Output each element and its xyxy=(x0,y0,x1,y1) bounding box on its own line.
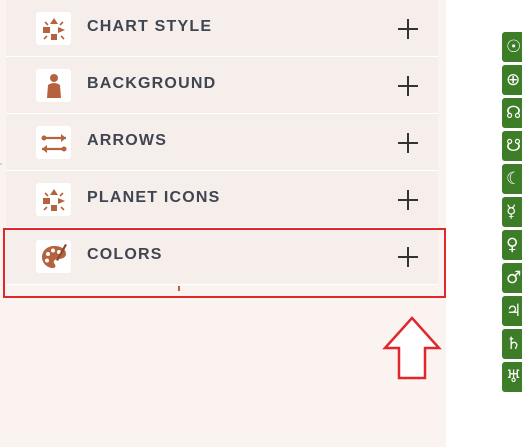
north-node-glyph-button[interactable]: ☊ xyxy=(502,98,522,128)
moon-glyph-button[interactable]: ☾ xyxy=(502,164,522,194)
saturn-glyph-button[interactable]: ♄ xyxy=(502,329,522,359)
person-silhouette-icon xyxy=(36,69,71,102)
accordion-item-label: BACKGROUND xyxy=(87,75,217,92)
expand-plus-icon[interactable] xyxy=(398,133,418,153)
up-arrow-icon xyxy=(382,316,442,380)
mars-glyph-button[interactable]: ♂ xyxy=(502,263,522,293)
highlight-box xyxy=(3,228,446,298)
accordion-item-label: ARROWS xyxy=(87,132,168,149)
mercury-glyph-button[interactable]: ☿ xyxy=(502,197,522,227)
sun-glyph-button[interactable]: ☉ xyxy=(502,32,522,62)
shapes-icon xyxy=(36,12,71,45)
arrows-icon xyxy=(36,126,71,159)
expand-plus-icon[interactable] xyxy=(398,190,418,210)
accordion-item-planet-icons[interactable]: PLANET ICONS xyxy=(6,171,438,228)
divider xyxy=(0,163,2,165)
expand-plus-icon[interactable] xyxy=(398,76,418,96)
accordion-item-label: PLANET ICONS xyxy=(87,189,221,206)
expand-plus-icon[interactable] xyxy=(398,19,418,39)
accordion-item-label: CHART STYLE xyxy=(87,18,213,35)
accordion-item-arrows[interactable]: ARROWS xyxy=(6,114,438,171)
accordion-item-background[interactable]: BACKGROUND xyxy=(6,57,438,114)
planet-glyph-toolbar: ☉ ⊕ ☊ ☋ ☾ ☿ ♀ ♂ ♃ ♄ ♅ xyxy=(502,32,522,395)
settings-panel: CHART STYLE BACKGROUND ARROWS PLANET ICO… xyxy=(0,0,446,447)
shapes-icon xyxy=(36,183,71,216)
accordion-item-chart-style[interactable]: CHART STYLE xyxy=(6,0,438,57)
jupiter-glyph-button[interactable]: ♃ xyxy=(502,296,522,326)
earth-glyph-button[interactable]: ⊕ xyxy=(502,65,522,95)
venus-glyph-button[interactable]: ♀ xyxy=(502,230,522,260)
uranus-glyph-button[interactable]: ♅ xyxy=(502,362,522,392)
south-node-glyph-button[interactable]: ☋ xyxy=(502,131,522,161)
